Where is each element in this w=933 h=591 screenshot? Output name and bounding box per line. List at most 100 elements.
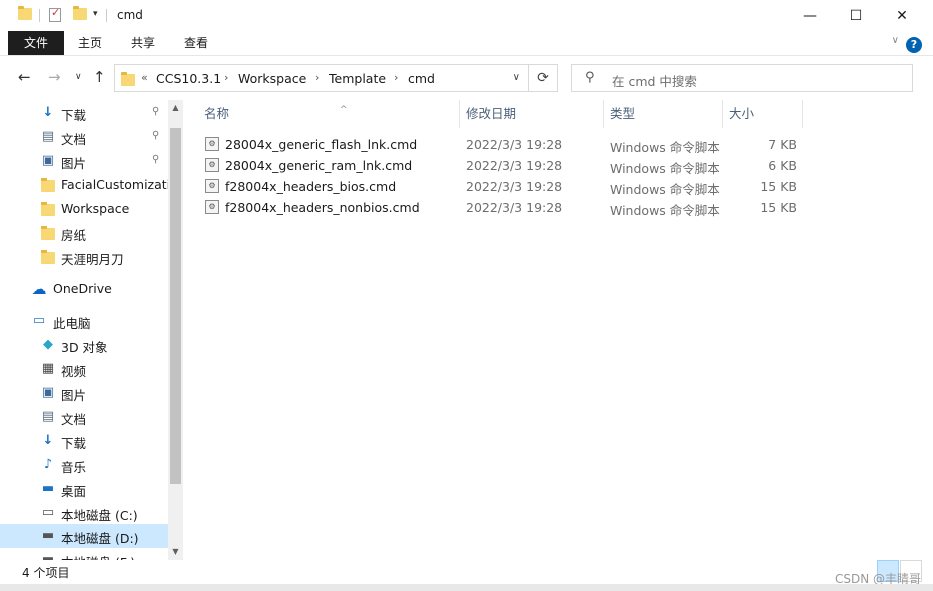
file-row[interactable]: ⚙ f28004x_headers_bios.cmd 2022/3/3 19:2… <box>201 176 801 197</box>
folder-icon <box>121 72 135 86</box>
sidebar-item-3d-objects[interactable]: ◆ 3D 对象 <box>0 333 168 357</box>
column-header-date[interactable]: 修改日期 <box>460 100 604 128</box>
sidebar-item-drive-c[interactable]: ▭ 本地磁盘 (C:) <box>0 501 168 525</box>
file-name: f28004x_headers_nonbios.cmd <box>225 200 420 215</box>
status-bar: 4 个项目 <box>0 560 933 584</box>
recent-locations-icon[interactable]: ∨ <box>75 72 82 82</box>
scroll-up-icon[interactable]: ▲ <box>168 100 183 116</box>
sidebar-item-downloads[interactable]: ↓ 下载 ⚲ <box>0 101 168 125</box>
sidebar-item-drive-f[interactable]: ▬ 本地磁盘 (F:) <box>0 548 168 560</box>
sidebar-item-onedrive[interactable]: ☁ OneDrive <box>0 277 168 301</box>
sidebar-item-pictures[interactable]: ▣ 图片 ⚲ <box>0 149 168 173</box>
breadcrumb-chevron-icon[interactable]: › <box>315 71 319 84</box>
file-name: 28004x_generic_ram_lnk.cmd <box>225 158 413 173</box>
customize-toolbar-icon[interactable]: ▾ <box>93 9 98 19</box>
column-header-size[interactable]: 大小 <box>723 100 803 128</box>
music-note-icon: ♪ <box>43 457 53 472</box>
document-icon: ▤ <box>41 129 55 144</box>
file-row[interactable]: ⚙ 28004x_generic_flash_lnk.cmd 2022/3/3 … <box>201 134 801 155</box>
sidebar-item-music[interactable]: ♪ 音乐 <box>0 453 168 477</box>
new-folder-icon[interactable] <box>73 6 87 20</box>
up-button[interactable]: ↑ <box>93 68 106 86</box>
sidebar-item-videos[interactable]: ▦ 视频 <box>0 357 168 381</box>
cmd-script-icon: ⚙ <box>205 158 219 172</box>
folder-icon <box>41 202 55 216</box>
tab-home[interactable]: 主页 <box>70 31 110 55</box>
file-type: Windows 命令脚本 <box>610 203 720 218</box>
sidebar-item-label: 本地磁盘 (D:) <box>61 531 139 546</box>
help-icon[interactable]: ? <box>906 37 922 53</box>
expand-ribbon-icon[interactable]: ∨ <box>892 35 899 46</box>
address-bar[interactable]: « CCS10.3.1 › Workspace › Template › cmd… <box>114 64 529 92</box>
breadcrumb-item[interactable]: Workspace <box>238 71 306 86</box>
sort-ascending-icon: ^ <box>340 105 348 115</box>
sidebar-item-downloads-pc[interactable]: ↓ 下载 <box>0 429 168 453</box>
file-list: 名称 ^ 修改日期 类型 大小 ⚙ 28004x_generic_flash_l… <box>183 100 933 560</box>
sidebar-item-label: Workspace <box>61 201 130 216</box>
sidebar-item-label: 桌面 <box>61 484 87 499</box>
close-button[interactable]: ✕ <box>879 0 925 31</box>
sidebar-item-documents-pc[interactable]: ▤ 文档 <box>0 405 168 429</box>
file-type: Windows 命令脚本 <box>610 140 720 155</box>
ribbon-tabs: 文件 主页 共享 查看 ∨ ? <box>0 31 933 56</box>
window-title: cmd <box>117 8 143 22</box>
sidebar-item-label: FacialCustomizatio <box>61 177 178 192</box>
sidebar-item-desktop[interactable]: ▬ 桌面 <box>0 477 168 501</box>
search-input[interactable]: ⚲ 在 cmd 中搜索 <box>571 64 913 92</box>
column-header-name[interactable]: 名称 ^ <box>198 100 460 128</box>
refresh-button[interactable]: ⟳ <box>529 64 558 92</box>
tab-share[interactable]: 共享 <box>123 31 163 55</box>
back-button[interactable]: ← <box>18 68 31 86</box>
maximize-button[interactable]: ☐ <box>833 0 879 31</box>
sidebar-item-label: 房纸 <box>61 228 87 243</box>
file-row[interactable]: ⚙ f28004x_headers_nonbios.cmd 2022/3/3 1… <box>201 197 801 218</box>
forward-button[interactable]: → <box>48 68 61 86</box>
sidebar-item-drive-d[interactable]: ▬ 本地磁盘 (D:) <box>0 524 168 548</box>
properties-icon[interactable] <box>49 6 61 22</box>
sidebar-item-label: 下载 <box>61 108 87 123</box>
title-bar: ▾ cmd — ☐ ✕ <box>0 0 933 31</box>
breadcrumb-item[interactable]: CCS10.3.1 <box>156 71 221 86</box>
file-type: Windows 命令脚本 <box>610 182 720 197</box>
sidebar-item-workspace[interactable]: Workspace <box>0 197 168 221</box>
cmd-script-icon: ⚙ <box>205 200 219 214</box>
tab-file[interactable]: 文件 <box>8 31 64 55</box>
file-name: 28004x_generic_flash_lnk.cmd <box>225 137 418 152</box>
breadcrumb-chevron-icon[interactable]: › <box>394 71 398 84</box>
drive-c-icon: ▭ <box>41 505 55 520</box>
sidebar-item-label: 音乐 <box>61 460 87 475</box>
document-icon: ▤ <box>41 409 55 424</box>
overflow-icon[interactable]: « <box>141 71 148 84</box>
breadcrumb-item[interactable]: Template <box>329 71 386 86</box>
sidebar-item-label: 下载 <box>61 436 87 451</box>
video-icon: ▦ <box>41 361 55 376</box>
tab-view[interactable]: 查看 <box>176 31 216 55</box>
column-header-type[interactable]: 类型 <box>604 100 723 128</box>
cmd-script-icon: ⚙ <box>205 137 219 151</box>
file-row[interactable]: ⚙ 28004x_generic_ram_lnk.cmd 2022/3/3 19… <box>201 155 801 176</box>
sidebar-item-label: 图片 <box>61 388 87 403</box>
toolbar-divider <box>39 9 40 22</box>
folder-icon <box>41 178 55 192</box>
chevron-down-icon[interactable]: ∨ <box>513 72 520 83</box>
sidebar-item-tianya[interactable]: 天涯明月刀 <box>0 245 168 269</box>
breadcrumb-chevron-icon[interactable]: › <box>224 71 228 84</box>
scrollbar-thumb[interactable] <box>170 128 181 484</box>
sidebar-item-facialcustomization[interactable]: FacialCustomizatio <box>0 173 178 197</box>
navigation-bar: ← → ∨ ↑ « CCS10.3.1 › Workspace › Templa… <box>0 56 933 100</box>
folder-icon <box>41 250 55 264</box>
breadcrumb-item[interactable]: cmd <box>408 71 435 86</box>
sidebar-item-pictures-pc[interactable]: ▣ 图片 <box>0 381 168 405</box>
minimize-button[interactable]: — <box>787 0 833 31</box>
sidebar-item-this-pc[interactable]: ▭ 此电脑 <box>0 309 168 333</box>
pictures-icon: ▣ <box>41 153 55 168</box>
sidebar-item-label: 图片 <box>61 156 87 171</box>
pin-icon: ⚲ <box>152 130 160 141</box>
scroll-down-icon[interactable]: ▼ <box>168 544 183 560</box>
download-arrow-icon: ↓ <box>42 105 54 120</box>
sidebar-item-documents[interactable]: ▤ 文档 ⚲ <box>0 125 168 149</box>
cmd-script-icon: ⚙ <box>205 179 219 193</box>
sidebar-item-wallpaper[interactable]: 房纸 <box>0 221 168 245</box>
sidebar-scrollbar[interactable]: ▲ ▼ <box>168 100 183 560</box>
sidebar-item-label: 3D 对象 <box>61 340 108 355</box>
